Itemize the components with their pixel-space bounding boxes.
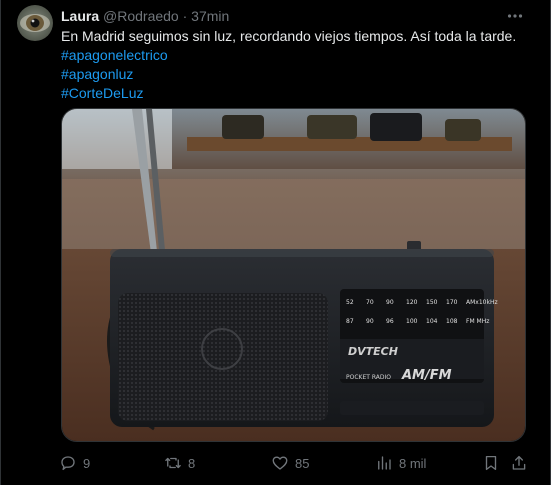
tweet-photo[interactable]: 52 70 90 120 150 170 AMx10kHz 87 90 96 100 104 108 FM… [61,108,526,442]
tweet-header: Laura @Rodraedo · 37min [61,7,229,25]
fm-scale-label: 90 [366,318,374,325]
bookmark-icon [485,455,497,471]
am-scale-label: 70 [366,299,374,306]
reply-icon [61,456,75,471]
like-count: 85 [295,455,310,471]
am-scale-label: 52 [346,299,354,306]
radio-subtitle: POCKET RADIO [346,374,391,381]
retweet-icon [165,457,181,469]
retweet-count: 8 [188,455,196,471]
author-name[interactable]: Laura [61,8,99,24]
am-scale-label: 90 [386,299,394,306]
tweet-text: En Madrid seguimos sin luz, recordando v… [61,27,531,103]
fm-scale-label: FM MHz [466,318,489,325]
avatar[interactable] [17,5,53,41]
am-scale-label: 170 [446,299,458,306]
fm-scale-label: 100 [406,318,418,325]
hashtag-link[interactable]: #apagonluz [61,65,531,84]
reply-count: 9 [83,455,91,471]
fm-scale-label: 104 [426,318,438,325]
hashtag-link[interactable]: #CorteDeLuz [61,84,531,103]
author-handle[interactable]: @Rodraedo [103,8,179,24]
retweet-button[interactable]: 8 [164,451,195,475]
am-scale-label: AMx10kHz [466,299,498,306]
am-scale-label: 150 [426,299,438,306]
tweet-actions: 9 8 85 8 mil [59,451,529,475]
radio-brand: DVTECH [348,345,398,358]
views-button[interactable]: 8 mil [375,451,426,475]
reply-button[interactable]: 9 [59,451,90,475]
tweet-body: En Madrid seguimos sin luz, recordando v… [61,28,517,44]
tweet-timestamp[interactable]: 37min [191,8,229,24]
like-button[interactable]: 85 [271,451,309,475]
separator-dot: · [182,8,188,24]
am-scale-label: 120 [406,299,418,306]
heart-icon [272,456,288,470]
analytics-icon [378,456,391,470]
radio-model: AM/FM [401,368,452,383]
share-icon [512,455,526,470]
bookmark-button[interactable] [482,451,500,475]
views-count: 8 mil [399,455,427,471]
more-options-icon[interactable] [505,6,525,26]
tweet[interactable]: Laura @Rodraedo · 37min En Madrid seguim… [0,0,551,485]
share-button[interactable] [510,451,528,475]
fm-scale-label: 87 [346,318,354,325]
fm-scale-label: 108 [446,318,458,325]
fm-scale-label: 96 [386,318,394,325]
hashtag-link[interactable]: #apagonelectrico [61,46,531,65]
